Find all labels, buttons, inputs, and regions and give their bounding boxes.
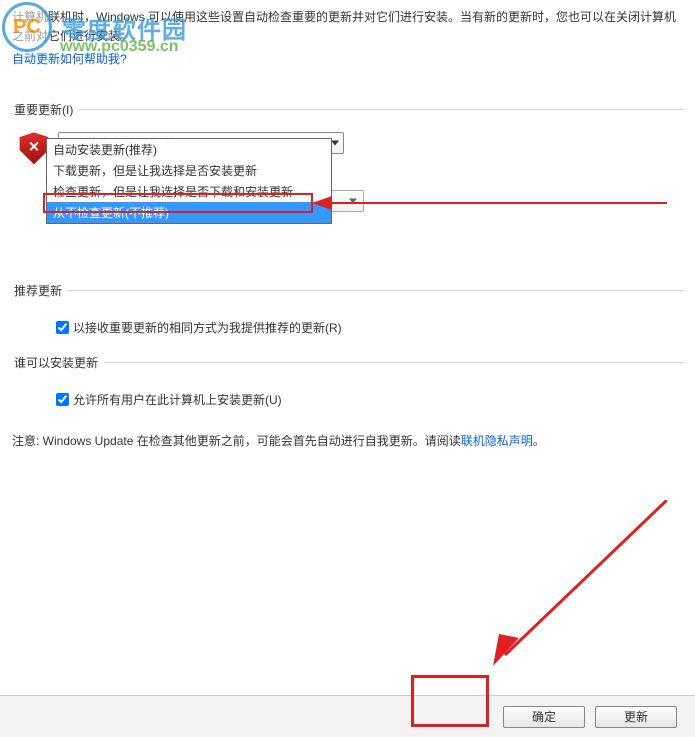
section-recommended: 推荐更新 以接收重要更新的相同方式为我提供推荐的更新(R) (12, 282, 683, 336)
watermark-url: www.pc0359.cn (60, 38, 179, 56)
update-button-label: 更新 (624, 708, 648, 725)
ok-button-label: 确定 (532, 708, 556, 725)
section-who-can-install: 谁可以安装更新 允许所有用户在此计算机上安装更新(U) (12, 354, 683, 408)
section-who-legend: 谁可以安装更新 (12, 354, 104, 371)
recommended-checkbox[interactable] (56, 321, 69, 334)
footer-bar: 确定 更新 (0, 695, 695, 737)
watermark-logo-text: PC (13, 16, 41, 39)
section-recommended-legend: 推荐更新 (12, 282, 68, 299)
annotation-arrow-icon (487, 500, 667, 670)
chevron-down-icon (331, 141, 339, 146)
annotation-highlight-box (43, 193, 313, 213)
annotation-highlight-box (411, 675, 489, 727)
note-prefix: 注意: Windows Update 在检查其他更新之前，可能会首先自动进行自我… (12, 434, 461, 448)
note-row: 注意: Windows Update 在检查其他更新之前，可能会首先自动进行自我… (12, 432, 683, 451)
privacy-link[interactable]: 联机隐私声明 (461, 434, 533, 448)
annotation-arrow-icon (312, 196, 667, 210)
allow-all-users-label: 允许所有用户在此计算机上安装更新(U) (73, 391, 282, 408)
note-suffix: 。 (533, 434, 545, 448)
watermark-logo: PC (2, 2, 52, 52)
recommended-checkbox-label: 以接收重要更新的相同方式为我提供推荐的更新(R) (73, 319, 342, 336)
ok-button[interactable]: 确定 (503, 706, 585, 728)
dropdown-option-download[interactable]: 下载更新，但是让我选择是否安装更新 (47, 160, 331, 181)
section-important-legend: 重要更新(I) (12, 101, 79, 118)
dropdown-option-auto[interactable]: 自动安装更新(推荐) (47, 139, 331, 160)
allow-all-users-checkbox[interactable] (56, 393, 69, 406)
update-button[interactable]: 更新 (595, 706, 677, 728)
